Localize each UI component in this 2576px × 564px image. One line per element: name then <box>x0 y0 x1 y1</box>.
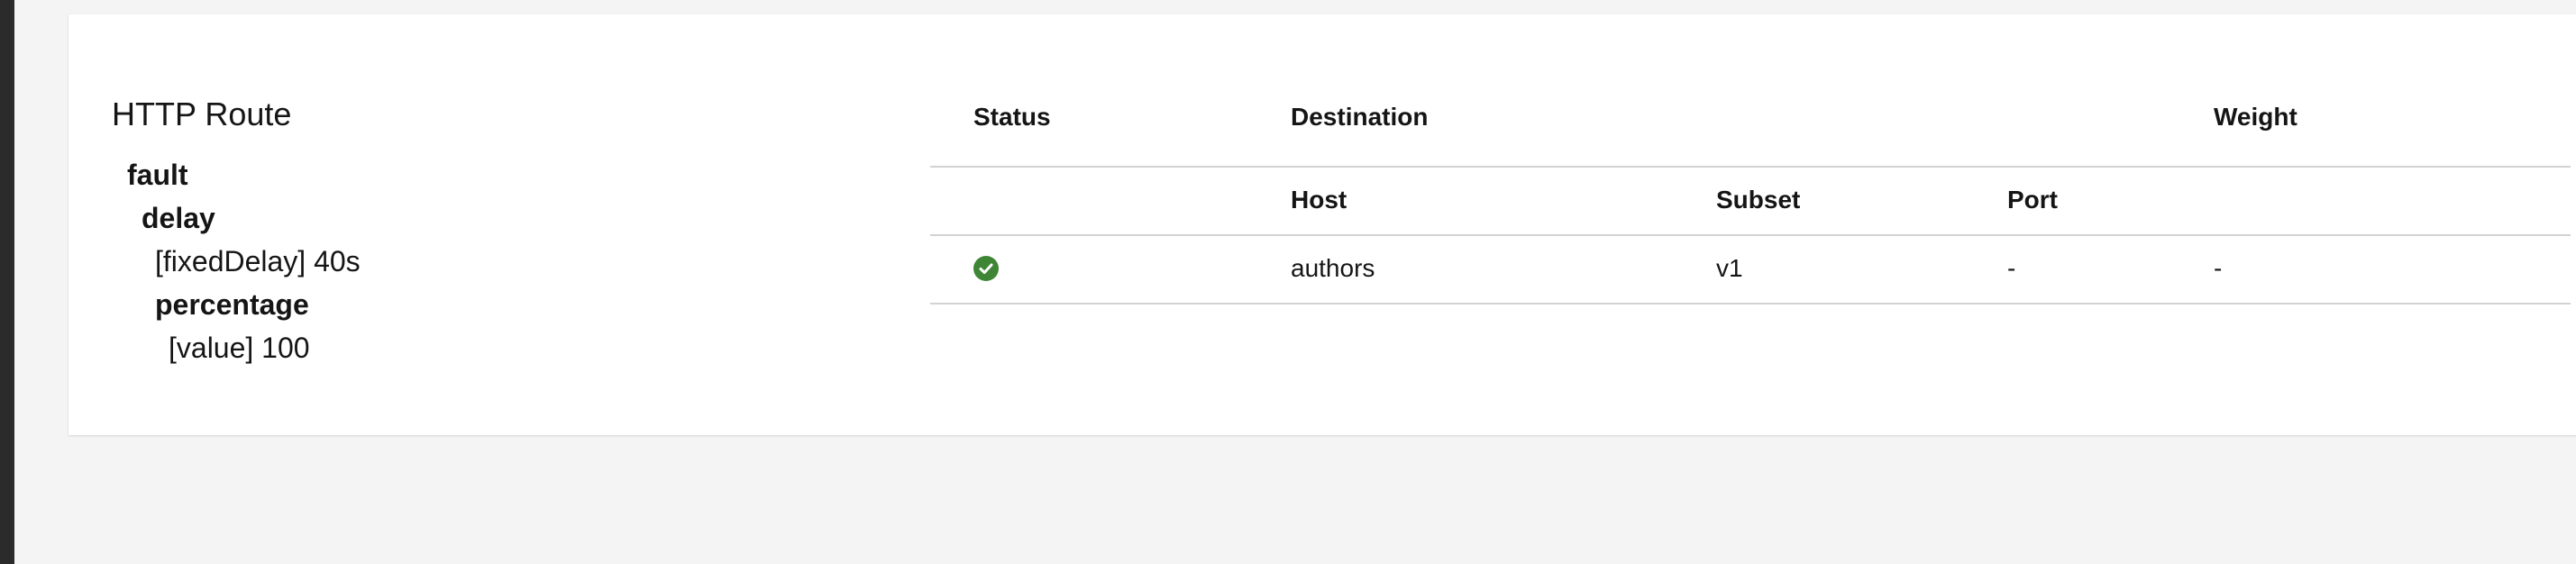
header-weight[interactable]: Weight <box>2214 103 2297 132</box>
check-circle-icon <box>973 256 999 281</box>
tree-key-delay: delay <box>142 202 215 234</box>
header-subset[interactable]: Subset <box>1716 186 1800 214</box>
tree-key-fault: fault <box>127 159 188 191</box>
tree-value-fixed-delay: [fixedDelay] 40s <box>155 245 361 277</box>
left-rail <box>0 0 14 564</box>
header-destination[interactable]: Destination <box>1291 103 1428 132</box>
route-title: HTTP Route <box>112 96 292 132</box>
cell-host: authors <box>1291 254 1375 282</box>
cell-subset: v1 <box>1716 254 1743 282</box>
header-status[interactable]: Status <box>973 103 1051 132</box>
route-card: HTTP Route fault delay [fixedDelay] 40s … <box>69 14 2576 435</box>
tree-value-percentage: [value] 100 <box>169 332 310 364</box>
header-port[interactable]: Port <box>2007 186 2058 214</box>
row-divider <box>930 303 2571 305</box>
subheader-divider <box>930 234 2571 236</box>
tree-key-percentage: percentage <box>155 288 309 321</box>
cell-port: - <box>2007 254 2016 282</box>
header-divider <box>930 166 2571 168</box>
cell-weight: - <box>2214 254 2223 282</box>
header-host[interactable]: Host <box>1291 186 1347 214</box>
